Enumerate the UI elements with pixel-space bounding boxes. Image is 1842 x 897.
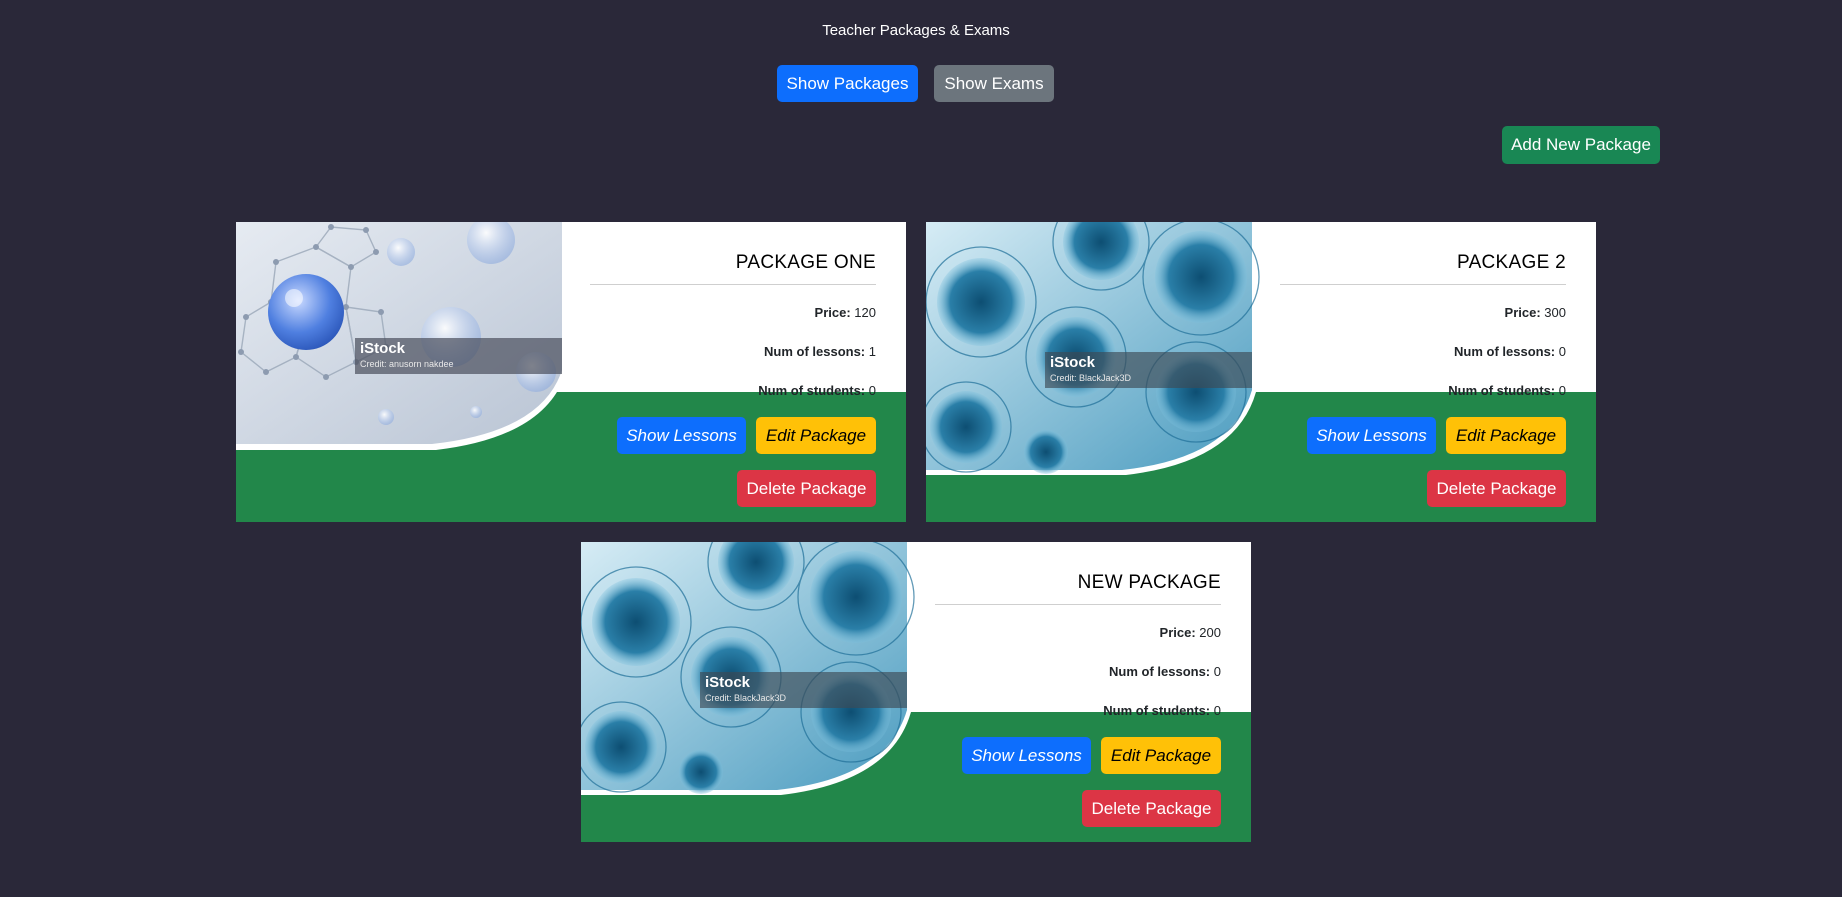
package-info: PACKAGE 2 Price: 300 Num of lessons: 0 N… — [1280, 252, 1566, 402]
lessons-label: Num of lessons: — [1454, 344, 1556, 359]
package-image: iStock Credit: anusorn nakdee — [236, 222, 571, 452]
package-card: iStock Credit: BlackJack3D PACKAGE 2 Pri… — [926, 222, 1596, 522]
price-label: Price: — [814, 305, 851, 320]
students-label: Num of students: — [1448, 383, 1556, 398]
package-lessons: Num of lessons: 0 — [1280, 344, 1566, 363]
show-exams-button[interactable]: Show Exams — [934, 65, 1054, 102]
lessons-value: 1 — [868, 344, 876, 359]
image-credit: Credit: anusorn nakdee — [360, 359, 454, 369]
package-info: NEW PACKAGE Price: 200 Num of lessons: 0… — [935, 572, 1221, 722]
package-students: Num of students: 0 — [935, 703, 1221, 722]
package-price: Price: 300 — [1280, 305, 1566, 324]
add-new-package-button[interactable]: Add New Package — [1502, 126, 1660, 164]
package-students: Num of students: 0 — [1280, 383, 1566, 402]
package-students: Num of students: 0 — [590, 383, 876, 402]
price-value: 300 — [1544, 305, 1566, 320]
package-price: Price: 120 — [590, 305, 876, 324]
students-value: 0 — [1213, 703, 1221, 718]
students-label: Num of students: — [1103, 703, 1211, 718]
package-lessons: Num of lessons: 1 — [590, 344, 876, 363]
show-lessons-button[interactable]: Show Lessons — [617, 417, 746, 454]
package-title: NEW PACKAGE — [935, 572, 1221, 605]
show-lessons-button[interactable]: Show Lessons — [962, 737, 1091, 774]
delete-package-button[interactable]: Delete Package — [1082, 790, 1221, 827]
image-brand-watermark: iStock — [1050, 354, 1096, 371]
students-value: 0 — [1558, 383, 1566, 398]
lessons-label: Num of lessons: — [764, 344, 866, 359]
students-label: Num of students: — [758, 383, 866, 398]
delete-package-button[interactable]: Delete Package — [1427, 470, 1566, 507]
package-title: PACKAGE ONE — [590, 252, 876, 285]
lessons-value: 0 — [1213, 664, 1221, 679]
delete-package-button[interactable]: Delete Package — [737, 470, 876, 507]
lessons-label: Num of lessons: — [1109, 664, 1211, 679]
edit-package-button[interactable]: Edit Package — [756, 417, 876, 454]
package-card: iStock Credit: BlackJack3D NEW PACKAGE P… — [581, 542, 1251, 842]
package-lessons: Num of lessons: 0 — [935, 664, 1221, 683]
image-credit: Credit: BlackJack3D — [1050, 373, 1132, 383]
package-info: PACKAGE ONE Price: 120 Num of lessons: 1… — [590, 252, 876, 402]
price-value: 200 — [1199, 625, 1221, 640]
image-credit: Credit: BlackJack3D — [705, 693, 787, 703]
package-image: iStock Credit: BlackJack3D — [926, 222, 1261, 477]
image-brand-watermark: iStock — [360, 340, 406, 357]
page-title: Teacher Packages & Exams — [822, 22, 1010, 39]
price-value: 120 — [854, 305, 876, 320]
price-label: Price: — [1504, 305, 1541, 320]
show-lessons-button[interactable]: Show Lessons — [1307, 417, 1436, 454]
package-image: iStock Credit: BlackJack3D — [581, 542, 916, 797]
show-packages-button[interactable]: Show Packages — [777, 65, 918, 102]
package-price: Price: 200 — [935, 625, 1221, 644]
package-title: PACKAGE 2 — [1280, 252, 1566, 285]
image-brand-watermark: iStock — [705, 674, 751, 691]
edit-package-button[interactable]: Edit Package — [1446, 417, 1566, 454]
students-value: 0 — [868, 383, 876, 398]
lessons-value: 0 — [1558, 344, 1566, 359]
package-card: iStock Credit: anusorn nakdee PACKAGE ON… — [236, 222, 906, 522]
price-label: Price: — [1159, 625, 1196, 640]
edit-package-button[interactable]: Edit Package — [1101, 737, 1221, 774]
